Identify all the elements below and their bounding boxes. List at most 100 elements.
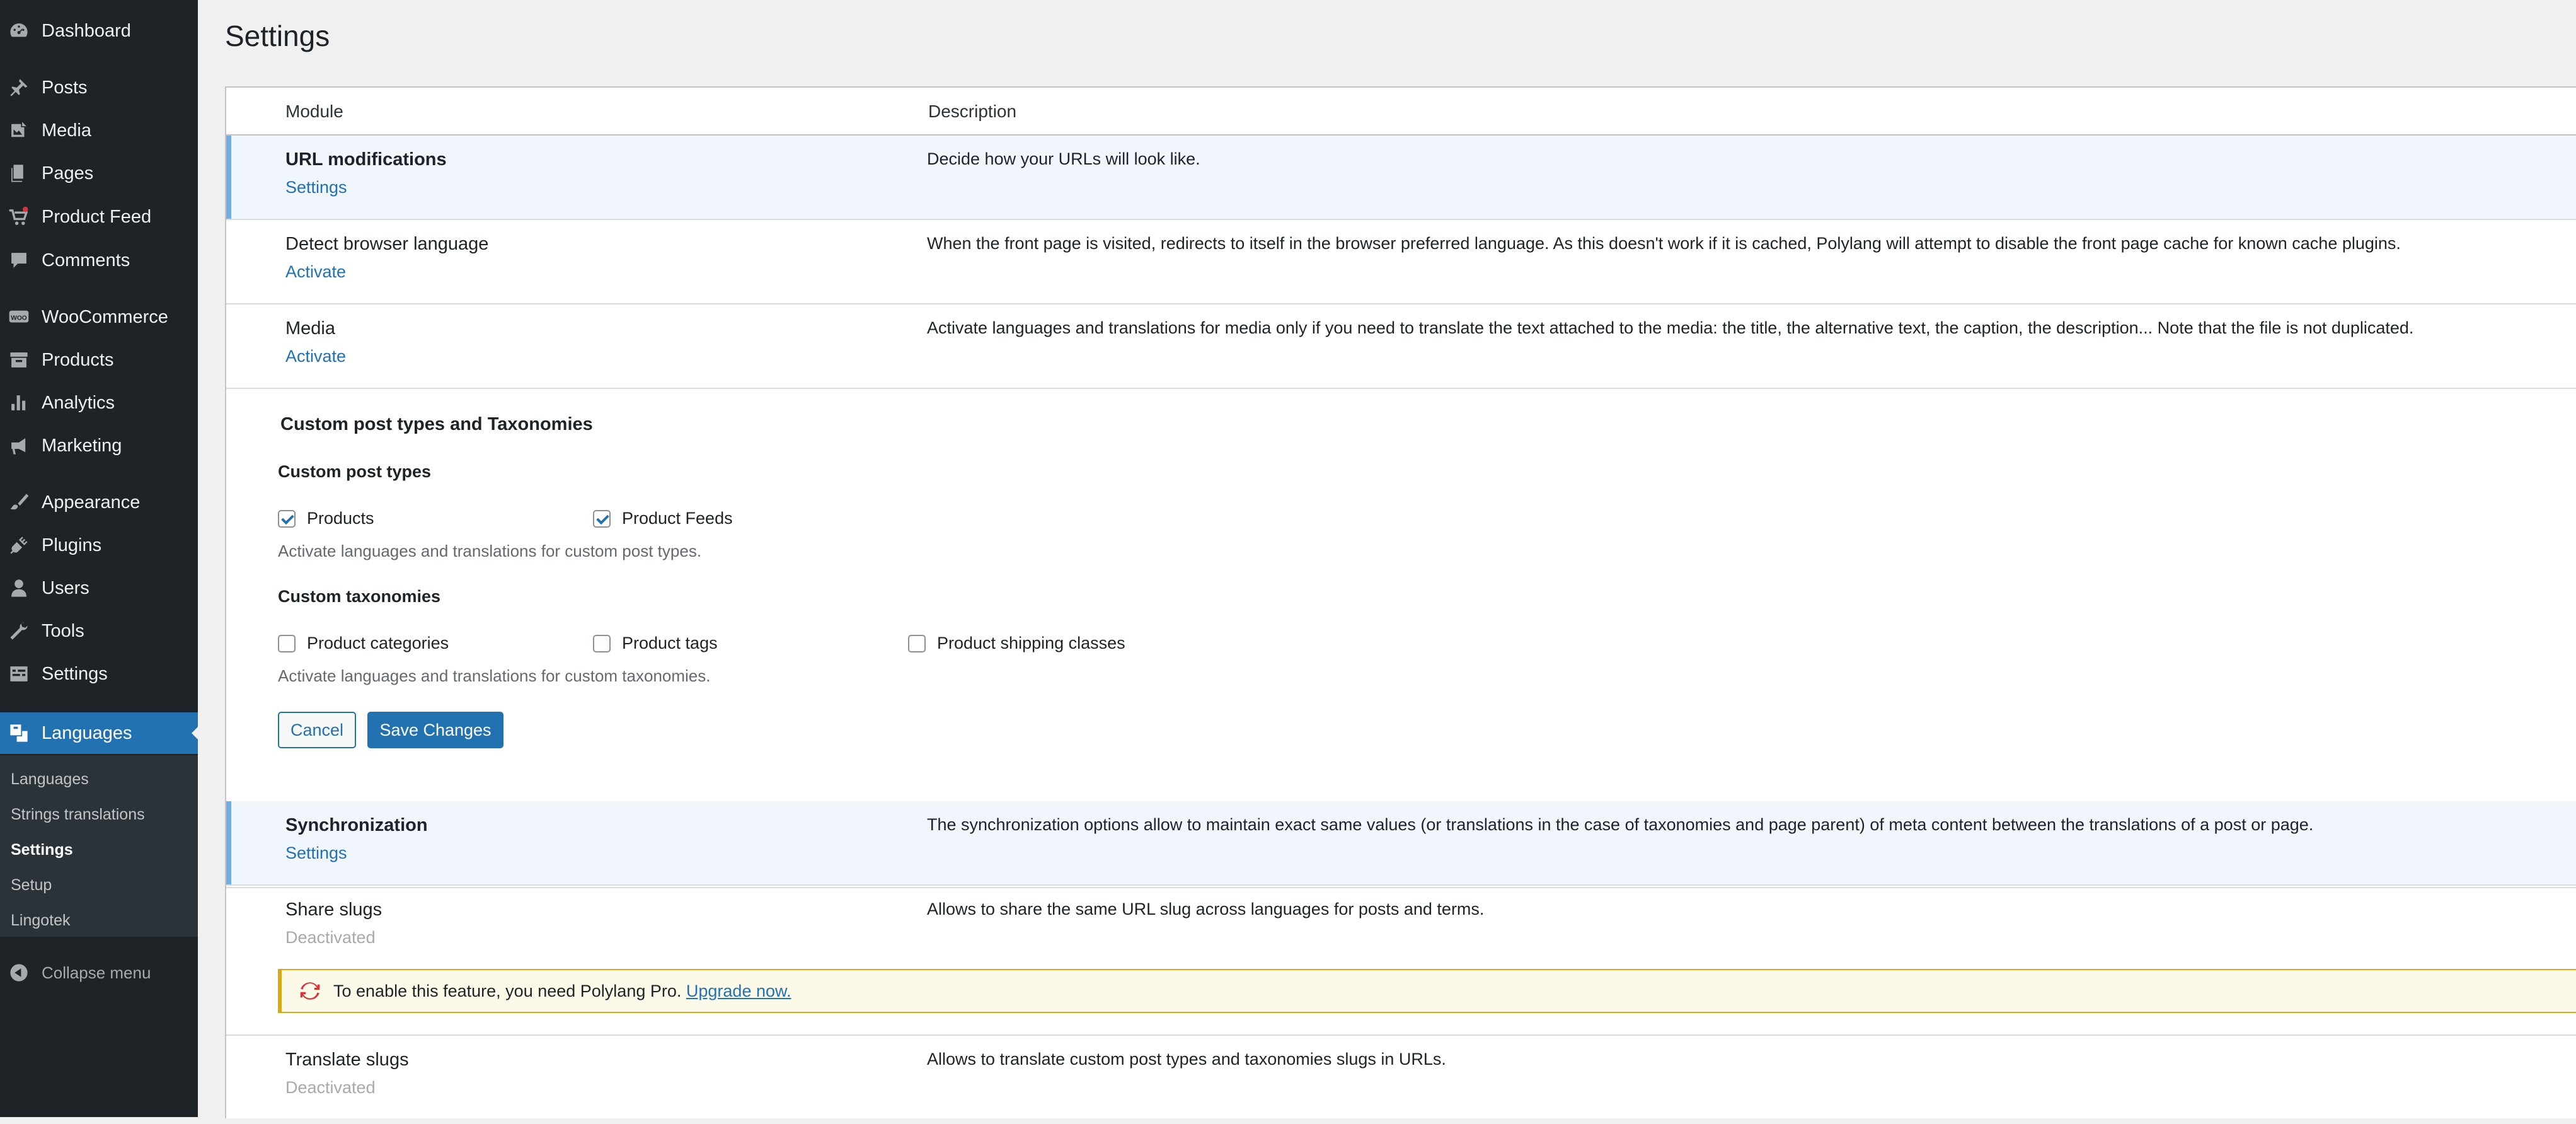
menu-item-product-feed[interactable]: Product Feed [0,196,198,238]
checkbox-label: Products [307,509,374,528]
pages-icon [8,162,30,185]
module-name: Synchronization [285,815,428,835]
checkbox-label: Product tags [622,634,718,652]
refresh-icon [300,982,320,1000]
brush-icon [8,491,30,514]
table-header: Module Description [226,88,2576,136]
checkbox-product-feeds[interactable]: Product Feeds [593,509,733,528]
column-description: Description [928,101,1017,121]
save-changes-button[interactable]: Save Changes [367,712,503,748]
module-name: Media [285,318,335,339]
menu-item-plugins[interactable]: Plugins [0,524,198,566]
menu-label: Products [42,349,114,370]
submenu-item-lingotek[interactable]: Lingotek [11,912,71,930]
module-name: Detect browser language [285,234,489,254]
menu-item-comments[interactable]: Comments [0,240,198,281]
column-module: Module [285,101,343,121]
pro-notice: To enable this feature, you need Polylan… [278,969,2576,1013]
checkbox-product-shipping-classes-box[interactable] [908,634,926,652]
menu-item-tools[interactable]: Tools [0,610,198,652]
media-icon [8,119,30,142]
module-description: Allows to share the same URL slug across… [927,900,1485,918]
notice-message: To enable this feature, you need Polylan… [333,982,682,1000]
module-description: Decide how your URLs will look like. [927,149,1200,168]
module-description: When the front page is visited, redirect… [927,234,2401,253]
module-activate-link[interactable]: Activate [285,262,346,282]
module-name: URL modifications [285,149,447,170]
checkbox-product-categories-box[interactable] [278,634,296,652]
collapse-label: Collapse menu [42,963,151,982]
submenu-item-languages[interactable]: Languages [11,770,89,789]
checkbox-products-box[interactable] [278,509,296,528]
submenu-item-setup[interactable]: Setup [11,876,52,895]
woo-icon: WOO [8,306,30,328]
module-row-detect-browser-language: Detect browser language Activate When th… [226,220,2576,304]
menu-item-dashboard[interactable]: Dashboard [0,10,198,52]
module-name: Share slugs [285,900,382,920]
module-row-url-modifications: URL modifications Settings Decide how yo… [226,136,2576,220]
menu-label: Marketing [42,435,122,456]
checkbox-product-shipping-classes[interactable]: Product shipping classes [908,634,1125,653]
checkbox-product-categories[interactable]: Product categories [278,634,449,653]
module-activate-link[interactable]: Activate [285,347,346,366]
module-row-share-slugs: Share slugs Deactivated Allows to share … [226,886,2576,1036]
menu-label: Users [42,577,89,598]
menu-item-products[interactable]: Products [0,339,198,381]
menu-label: Tools [42,620,84,641]
current-menu-arrow [192,726,199,741]
menu-item-marketing[interactable]: Marketing [0,425,198,466]
upgrade-link[interactable]: Upgrade now. [686,982,791,1000]
comment-icon [8,249,30,272]
menu-item-users[interactable]: Users [0,567,198,609]
taxonomies-help: Activate languages and translations for … [278,666,711,685]
feed-cart-icon [8,206,30,228]
menu-item-settings[interactable]: Settings [0,653,198,695]
submenu-item-settings[interactable]: Settings [11,841,73,859]
checkbox-products[interactable]: Products [278,509,374,528]
menu-item-analytics[interactable]: Analytics [0,382,198,424]
collapse-menu-button[interactable]: Collapse menu [0,952,198,994]
checkbox-label: Product shipping classes [937,634,1125,652]
megaphone-icon [8,434,30,457]
taxonomies-heading: Custom taxonomies [278,587,441,606]
cpt-section-title: Custom post types and Taxonomies [280,414,593,434]
menu-label: Dashboard [42,20,131,41]
checkbox-product-tags[interactable]: Product tags [593,634,718,653]
archive-icon [8,349,30,371]
settings-icon [8,663,30,685]
menu-label: Product Feed [42,206,152,227]
menu-label: Media [42,120,91,141]
menu-label: WooCommerce [42,306,168,327]
notice-text: To enable this feature, you need Polylan… [333,982,791,1001]
module-name: Translate slugs [285,1050,409,1070]
post-types-help: Activate languages and translations for … [278,542,702,560]
cancel-button[interactable]: Cancel [278,712,356,748]
languages-submenu: Languages Strings translations Settings … [0,755,198,937]
menu-item-woocommerce[interactable]: WOO WooCommerce [0,296,198,338]
user-icon [8,577,30,600]
menu-item-pages[interactable]: Pages [0,153,198,194]
collapse-icon [8,961,30,984]
dashboard-icon [8,20,30,42]
submenu-item-strings-translations[interactable]: Strings translations [11,806,145,824]
menu-item-languages[interactable]: Languages [0,712,199,754]
module-description: Allows to translate custom post types an… [927,1050,1446,1069]
menu-item-media[interactable]: Media [0,110,198,151]
modules-table: Module Description URL modifications Set… [225,86,2576,1118]
menu-label: Pages [42,163,94,183]
svg-text:WOO: WOO [11,315,27,322]
post-types-heading: Custom post types [278,462,432,481]
module-settings-link[interactable]: Settings [285,843,347,863]
module-row-synchronization: Synchronization Settings The synchroniza… [226,801,2576,886]
checkbox-product-feeds-box[interactable] [593,509,611,528]
menu-item-posts[interactable]: Posts [0,67,198,108]
module-row-media: Media Activate Activate languages and tr… [226,304,2576,389]
menu-item-appearance[interactable]: Appearance [0,482,198,523]
module-row-translate-slugs: Translate slugs Deactivated Allows to tr… [226,1036,2576,1124]
checkbox-product-tags-box[interactable] [593,634,611,652]
menu-label: Appearance [42,492,141,513]
admin-sidebar: Dashboard Posts Media Pages Product Feed… [0,0,199,1117]
module-settings-link[interactable]: Settings [285,178,347,197]
menu-label: Comments [42,250,130,270]
menu-label: Posts [42,77,88,98]
